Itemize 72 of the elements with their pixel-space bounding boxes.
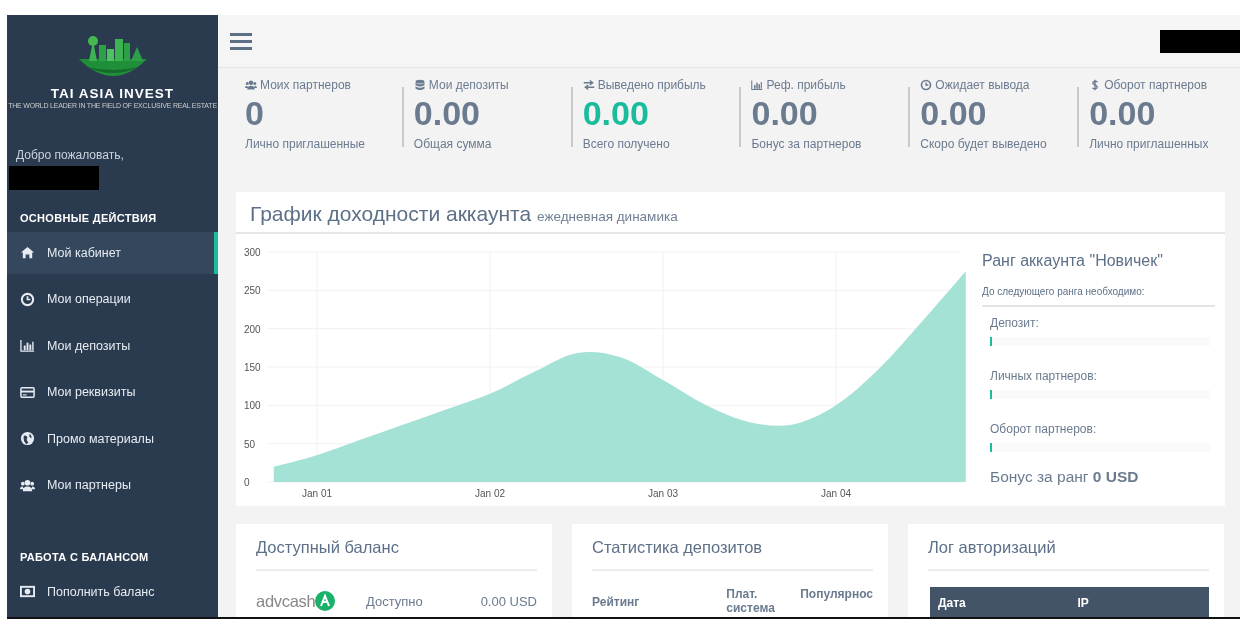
stat-caption: Бонус за партнеров: [751, 137, 863, 151]
column-header: Популярнос: [800, 587, 873, 603]
table-header: Дата IP: [930, 587, 1209, 617]
users-icon: [20, 477, 35, 493]
card-title: Доступный баланс: [256, 538, 537, 571]
sidebar-item[interactable]: Мои операции: [7, 278, 218, 321]
advcash-logo-icon: [315, 591, 336, 611]
column-header: Рейтинг: [592, 594, 641, 611]
home-icon: [20, 245, 35, 261]
sidebar-item[interactable]: Промо материалы: [7, 417, 218, 460]
sidebar-item[interactable]: Мои реквизиты: [7, 371, 218, 414]
requirement-label: Оборот партнеров:: [990, 422, 1098, 436]
axis-label: 100: [244, 400, 261, 412]
column-header: Плат. система: [726, 587, 776, 615]
card-title: Лог авторизаций: [928, 538, 1209, 571]
card-subtitle: ежедневная динамика: [537, 209, 678, 224]
clock-icon: [20, 291, 35, 307]
payment-logo-text: advcash: [256, 591, 316, 611]
rank-subtitle: До следующего ранга необходимо:: [982, 286, 1215, 307]
rank-bonus: Бонус за ранг 0 USD: [990, 468, 1140, 486]
banknote-icon: [20, 584, 35, 600]
stat-caption: Скоро будет выведено: [920, 137, 1048, 151]
stat-label: Оборот партнеров: [1104, 78, 1208, 92]
requirement-label: Личных партнеров:: [990, 369, 1098, 383]
sidebar-item[interactable]: Мои депозиты: [7, 324, 218, 367]
card-title: Статистика депозитов: [592, 538, 873, 571]
stat-caption: Общая сумма: [413, 137, 493, 151]
stat-caption: Всего получено: [582, 137, 671, 151]
card-title: График доходности аккаунта: [250, 202, 532, 226]
axis-label: Jan 03: [648, 488, 678, 499]
clock-icon: [920, 79, 933, 91]
axis-label: 250: [244, 285, 261, 297]
stat-label: Ожидает вывода: [935, 78, 1030, 92]
balance-label: Доступно: [366, 593, 424, 609]
stat-label: Мои депозиты: [428, 78, 509, 92]
stat-label: Реф. прибыль: [766, 78, 846, 92]
section-title: ОСНОВНЫЕ ДЕЙСТВИЯ: [20, 211, 158, 224]
axis-label: Jan 04: [821, 488, 851, 499]
sidebar-item[interactable]: Мои партнеры: [7, 464, 218, 507]
users-icon: [245, 79, 257, 91]
welcome-text: Добро пожаловать,: [16, 148, 125, 162]
sidebar-item[interactable]: Пополнить баланс: [7, 570, 218, 613]
bar-chart-icon: [751, 79, 764, 91]
menu-icon[interactable]: [230, 31, 252, 51]
stat-label: Моих партнеров: [260, 78, 351, 92]
rank-title: Ранг аккаунта "Новичек": [982, 252, 1164, 270]
axis-label: 150: [244, 362, 261, 373]
stat-value: 0.00: [751, 93, 819, 133]
axis-label: 200: [244, 323, 261, 335]
balance-amount: 0.00 USD: [479, 593, 537, 609]
credit-card-icon: [20, 384, 35, 400]
axis-label: Jan 01: [302, 488, 332, 499]
database-icon: [413, 79, 426, 91]
globe-icon: [20, 431, 35, 447]
stat-caption: Лично приглашенные: [245, 137, 366, 151]
stat-value: 0: [245, 93, 265, 133]
stat-caption: Лично приглашенных: [1089, 137, 1210, 151]
stat-label: Выведено прибыль: [597, 78, 706, 92]
stat-value: 0.00: [1089, 93, 1157, 133]
axis-label: Jan 02: [475, 488, 505, 499]
stat-value: 0.00: [582, 93, 650, 133]
axis-label: 300: [244, 247, 261, 258]
logo-text: TAI ASIA INVEST: [50, 86, 175, 101]
section-title: РАБОТА С БАЛАНСОМ: [20, 550, 150, 563]
stat-value: 0.00: [920, 93, 988, 133]
axis-label: 0: [244, 477, 250, 488]
sidebar-item[interactable]: Мой кабинет: [7, 231, 218, 274]
exchange-arrows-icon: [582, 79, 595, 91]
axis-label: 50: [244, 438, 256, 450]
bar-chart-icon: [20, 338, 35, 354]
requirement-label: Депозит:: [990, 316, 1040, 330]
stat-value: 0.00: [413, 93, 481, 133]
